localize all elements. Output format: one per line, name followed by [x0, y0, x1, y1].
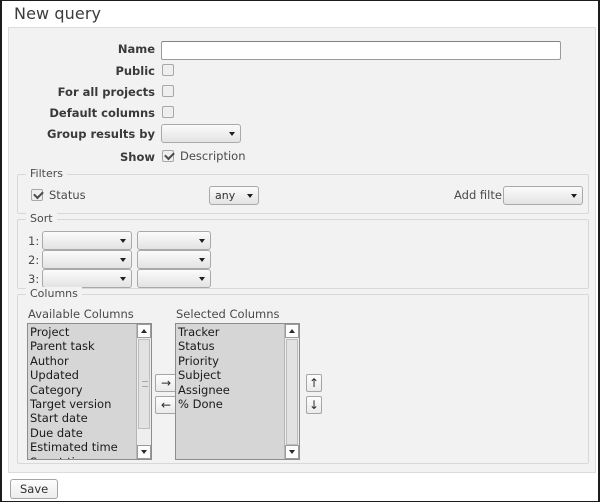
selected-columns-label: Selected Columns: [176, 307, 280, 321]
sort-row-1-index: 1:: [28, 234, 40, 248]
default-columns-label: Default columns: [49, 106, 155, 120]
move-left-button[interactable]: ←: [155, 396, 177, 414]
save-button[interactable]: Save: [10, 479, 59, 499]
triangle-down-icon: [141, 450, 147, 454]
filter-status-operator-select[interactable]: any: [209, 186, 259, 205]
sort-legend: Sort: [26, 212, 57, 225]
triangle-down-icon: [289, 450, 295, 454]
sort-row-2-index: 2:: [28, 253, 40, 267]
scroll-down-button[interactable]: [285, 445, 299, 459]
name-row: Name: [9, 41, 595, 62]
sort-row-3-direction-select[interactable]: [137, 269, 211, 288]
add-filter-label: Add filter: [454, 188, 507, 202]
show-label: Show: [120, 150, 155, 164]
sort-row-1-direction-select[interactable]: [137, 231, 211, 250]
new-query-page: New query Name Public For all projects D…: [0, 0, 600, 502]
list-item[interactable]: Parent task: [30, 339, 136, 353]
grip-icon: [142, 381, 148, 387]
list-item[interactable]: Priority: [178, 354, 284, 368]
filter-status-operator-value: any: [215, 189, 236, 202]
show-description-checkbox[interactable]: [162, 150, 174, 162]
for-all-projects-checkbox[interactable]: [162, 85, 174, 97]
add-filter-select[interactable]: [503, 186, 583, 205]
chevron-down-icon: [120, 277, 126, 281]
group-results-by-select[interactable]: [161, 124, 241, 143]
public-row: Public: [9, 63, 595, 84]
public-checkbox[interactable]: [162, 64, 174, 76]
chevron-down-icon: [571, 194, 577, 198]
sort-row-2-field-select[interactable]: [42, 250, 132, 269]
sort-row-3-field-select[interactable]: [42, 269, 132, 288]
chevron-down-icon: [199, 258, 205, 262]
chevron-down-icon: [247, 194, 253, 198]
chevron-down-icon: [120, 239, 126, 243]
group-results-by-label: Group results by: [47, 127, 155, 141]
columns-legend: Columns: [26, 287, 82, 300]
name-input[interactable]: [161, 41, 561, 60]
scroll-down-button[interactable]: [137, 445, 151, 459]
query-form-panel: Name Public For all projects Default col…: [8, 27, 596, 473]
triangle-up-icon: [289, 329, 295, 333]
chevron-down-icon: [229, 132, 235, 136]
selected-columns-items[interactable]: Tracker Status Priority Subject Assignee…: [176, 324, 284, 459]
list-item[interactable]: Start date: [30, 411, 136, 425]
filters-legend: Filters: [26, 167, 67, 180]
move-down-button[interactable]: ↓: [306, 396, 322, 414]
filter-status-checkbox[interactable]: [31, 189, 43, 201]
available-columns-scrollbar[interactable]: [136, 324, 151, 459]
list-item[interactable]: Due date: [30, 426, 136, 440]
chevron-down-icon: [120, 258, 126, 262]
available-columns-listbox[interactable]: Project Parent task Author Updated Categ…: [27, 323, 152, 460]
sort-fieldset: Sort 1: 2: 3:: [17, 212, 589, 289]
filters-fieldset: Filters Status any Add filter: [17, 167, 589, 214]
list-item[interactable]: Project: [30, 325, 136, 339]
scrollbar-thumb[interactable]: [286, 339, 298, 445]
selected-columns-listbox[interactable]: Tracker Status Priority Subject Assignee…: [175, 323, 300, 460]
list-item[interactable]: Subject: [178, 368, 284, 382]
list-item[interactable]: Author: [30, 354, 136, 368]
scroll-up-button[interactable]: [137, 324, 151, 338]
page-title: New query: [14, 4, 102, 23]
default-columns-row: Default columns: [9, 105, 595, 126]
list-item[interactable]: Assignee: [178, 383, 284, 397]
list-item[interactable]: Category: [30, 383, 136, 397]
available-columns-label: Available Columns: [28, 307, 134, 321]
sort-row-3-index: 3:: [28, 272, 40, 286]
chevron-down-icon: [199, 239, 205, 243]
list-item[interactable]: Estimated time: [30, 440, 136, 454]
sort-row-2-direction-select[interactable]: [137, 250, 211, 269]
group-results-by-row: Group results by: [9, 124, 595, 147]
triangle-up-icon: [141, 329, 147, 333]
columns-fieldset: Columns Available Columns Selected Colum…: [17, 287, 589, 464]
for-all-projects-label: For all projects: [57, 85, 155, 99]
sort-row-1-field-select[interactable]: [42, 231, 132, 250]
move-up-button[interactable]: ↑: [306, 374, 322, 392]
list-item[interactable]: Target version: [30, 397, 136, 411]
list-item[interactable]: Spent time: [30, 455, 136, 459]
filter-status-label: Status: [49, 188, 86, 202]
name-label: Name: [117, 42, 155, 56]
available-columns-items[interactable]: Project Parent task Author Updated Categ…: [28, 324, 136, 459]
show-row: Show Description: [9, 149, 595, 170]
list-item[interactable]: Status: [178, 339, 284, 353]
public-label: Public: [115, 64, 155, 78]
default-columns-checkbox[interactable]: [162, 106, 174, 118]
scrollbar-thumb[interactable]: [138, 339, 150, 429]
chevron-down-icon: [199, 277, 205, 281]
list-item[interactable]: % Done: [178, 397, 284, 411]
show-description-label: Description: [180, 149, 246, 163]
list-item[interactable]: Updated: [30, 368, 136, 382]
for-all-projects-row: For all projects: [9, 84, 595, 105]
list-item[interactable]: Tracker: [178, 325, 284, 339]
scroll-up-button[interactable]: [285, 324, 299, 338]
move-right-button[interactable]: →: [155, 374, 177, 392]
selected-columns-scrollbar[interactable]: [284, 324, 299, 459]
